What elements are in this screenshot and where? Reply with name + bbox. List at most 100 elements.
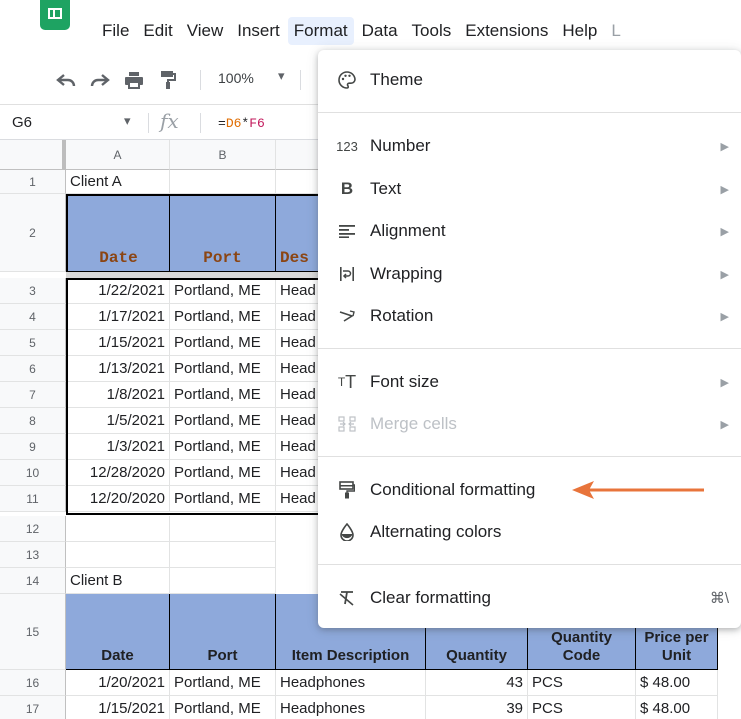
menu-item-wrapping[interactable]: Wrapping ▶ xyxy=(318,254,741,294)
select-all-corner[interactable] xyxy=(0,140,66,170)
empty-cell[interactable] xyxy=(170,568,276,594)
formula-ref: D6 xyxy=(225,116,242,131)
table-b-quantity-code-cell[interactable]: PCS xyxy=(528,670,636,696)
formula-input[interactable]: =D6*F6 xyxy=(218,116,265,131)
table-a-date-cell[interactable]: 1/13/2021 xyxy=(66,356,170,382)
table-b-quantity-cell[interactable]: 39 xyxy=(426,696,528,719)
row-header[interactable]: 11 xyxy=(0,486,66,512)
table-a-date-cell[interactable]: 1/22/2021 xyxy=(66,278,170,304)
menu-extensions[interactable]: Extensions xyxy=(459,17,554,45)
formula-equals: = xyxy=(218,116,226,131)
table-b-date-cell[interactable]: 1/15/2021 xyxy=(66,696,170,719)
client-a-label[interactable]: Client A xyxy=(66,170,170,194)
table-a-port-cell[interactable]: Portland, ME xyxy=(170,408,276,434)
empty-cell[interactable] xyxy=(170,542,276,568)
menu-item-clear-formatting[interactable]: Clear formatting ⌘\ xyxy=(318,578,741,618)
row-header[interactable]: 8 xyxy=(0,408,66,434)
table-a-date-cell[interactable]: 1/3/2021 xyxy=(66,434,170,460)
table-b-port-cell[interactable]: Portland, ME xyxy=(170,696,276,719)
table-a-date-cell[interactable]: 1/8/2021 xyxy=(66,382,170,408)
menu-item-label: Number xyxy=(370,136,431,155)
row-header[interactable]: 1 xyxy=(0,170,66,194)
column-header-b[interactable]: B xyxy=(170,140,276,170)
table-a-port-cell[interactable]: Portland, ME xyxy=(170,486,276,512)
menu-help[interactable]: Help xyxy=(556,17,603,45)
empty-cell[interactable] xyxy=(66,542,170,568)
undo-icon[interactable] xyxy=(54,68,78,92)
row-header[interactable]: 9 xyxy=(0,434,66,460)
menu-item-alternating-colors[interactable]: Alternating colors xyxy=(318,512,741,552)
table-a-port-cell[interactable]: Portland, ME xyxy=(170,356,276,382)
table-b-price-cell[interactable]: $ 48.00 xyxy=(636,696,718,719)
table-a-date-cell[interactable]: 12/20/2020 xyxy=(66,486,170,512)
menu-tools[interactable]: Tools xyxy=(406,17,458,45)
table-b-price-cell[interactable]: $ 48.00 xyxy=(636,670,718,696)
sheets-grid-icon xyxy=(48,8,62,19)
menu-data[interactable]: Data xyxy=(356,17,404,45)
row-header[interactable]: 13 xyxy=(0,542,66,568)
row-header[interactable]: 5 xyxy=(0,330,66,356)
empty-cell[interactable] xyxy=(66,516,170,542)
chevron-down-icon[interactable]: ▾ xyxy=(278,68,285,84)
sheets-logo[interactable] xyxy=(40,0,70,30)
row-header[interactable]: 10 xyxy=(0,460,66,486)
row-header[interactable]: 4 xyxy=(0,304,66,330)
chevron-down-icon[interactable]: ▾ xyxy=(124,113,131,129)
name-box[interactable]: G6 xyxy=(12,114,32,131)
empty-cell[interactable] xyxy=(170,170,276,194)
table-b-quantity-cell[interactable]: 43 xyxy=(426,670,528,696)
row-header[interactable]: 14 xyxy=(0,568,66,594)
redo-icon[interactable] xyxy=(88,68,112,92)
menu-item-text[interactable]: B Text ▶ xyxy=(318,169,741,209)
row-header[interactable]: 12 xyxy=(0,516,66,542)
row-header[interactable]: 7 xyxy=(0,382,66,408)
menu-item-alignment[interactable]: Alignment ▶ xyxy=(318,211,741,251)
table-a-date-cell[interactable]: 1/15/2021 xyxy=(66,330,170,356)
table-a-port-cell[interactable]: Portland, ME xyxy=(170,304,276,330)
table-a-port-cell[interactable]: Portland, ME xyxy=(170,460,276,486)
menu-view[interactable]: View xyxy=(181,17,230,45)
zoom-select[interactable]: 100% xyxy=(218,70,254,86)
table-b-header-port[interactable]: Port xyxy=(170,594,276,670)
table-a-port-cell[interactable]: Portland, ME xyxy=(170,278,276,304)
row-header[interactable]: 2 xyxy=(0,194,66,272)
menu-insert[interactable]: Insert xyxy=(231,17,286,45)
menu-file[interactable]: File xyxy=(96,17,135,45)
menu-last-edit[interactable]: L xyxy=(605,17,626,45)
row-header[interactable]: 16 xyxy=(0,670,66,696)
table-b-quantity-code-cell[interactable]: PCS xyxy=(528,696,636,719)
table-a-port-cell[interactable]: Portland, ME xyxy=(170,382,276,408)
number-format-icon: 123 xyxy=(336,138,358,154)
table-a-port-cell[interactable]: Portland, ME xyxy=(170,434,276,460)
menu-item-rotation[interactable]: Rotation ▶ xyxy=(318,296,741,336)
menu-item-theme[interactable]: Theme xyxy=(318,60,741,100)
menu-item-number[interactable]: 123 Number ▶ xyxy=(318,126,741,166)
table-b-header-date[interactable]: Date xyxy=(66,594,170,670)
table-a-header-port[interactable]: Port xyxy=(170,196,276,272)
empty-cell[interactable] xyxy=(170,516,276,542)
table-b-description-cell[interactable]: Headphones xyxy=(276,670,426,696)
row-header[interactable]: 17 xyxy=(0,696,66,719)
table-b-date-cell[interactable]: 1/20/2021 xyxy=(66,670,170,696)
row-header[interactable]: 6 xyxy=(0,356,66,382)
row-header[interactable]: 15 xyxy=(0,594,66,670)
paint-format-icon[interactable] xyxy=(156,68,180,92)
print-icon[interactable] xyxy=(122,68,146,92)
client-b-label[interactable]: Client B xyxy=(66,568,170,594)
menu-divider xyxy=(318,456,741,457)
table-a-header-date[interactable]: Date xyxy=(68,196,170,272)
table-a-date-cell[interactable]: 1/17/2021 xyxy=(66,304,170,330)
row-header[interactable]: 3 xyxy=(0,278,66,304)
menu-edit[interactable]: Edit xyxy=(137,17,178,45)
table-a-date-cell[interactable]: 12/28/2020 xyxy=(66,460,170,486)
menu-item-label: Clear formatting xyxy=(370,588,491,607)
table-b-description-cell[interactable]: Headphones xyxy=(276,696,426,719)
table-a-port-cell[interactable]: Portland, ME xyxy=(170,330,276,356)
table-a-date-cell[interactable]: 1/5/2021 xyxy=(66,408,170,434)
table-b-port-cell[interactable]: Portland, ME xyxy=(170,670,276,696)
menu-item-font-size[interactable]: TT Font size ▶ xyxy=(318,362,741,402)
merge-cells-icon xyxy=(334,416,360,432)
menu-item-label: Font size xyxy=(370,372,439,391)
menu-format[interactable]: Format xyxy=(287,17,354,45)
column-header-a[interactable]: A xyxy=(66,140,170,170)
